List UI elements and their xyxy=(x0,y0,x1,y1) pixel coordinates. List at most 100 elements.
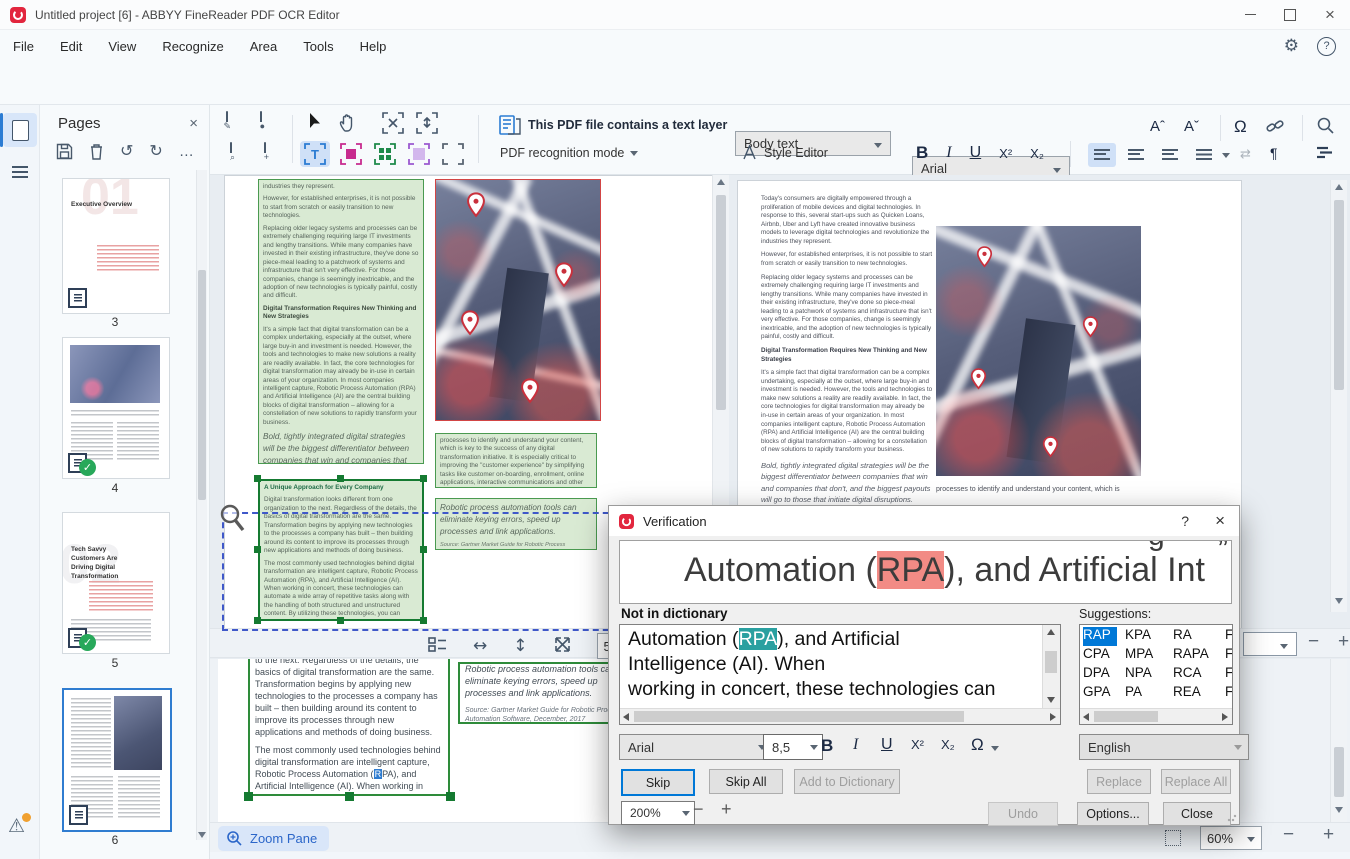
suggestion-item-selected[interactable]: RAP xyxy=(1083,627,1117,646)
options-button[interactable]: Options... xyxy=(1077,802,1149,826)
rotate-right-icon[interactable]: ↻ xyxy=(149,141,162,161)
menu-help[interactable]: Help xyxy=(347,30,400,62)
menu-recognize[interactable]: Recognize xyxy=(149,30,236,62)
italic-button[interactable]: I xyxy=(946,144,951,162)
menu-area[interactable]: Area xyxy=(237,30,290,62)
zoom-pane-toggle-button[interactable]: Zoom Pane xyxy=(218,826,330,851)
zoom-in-icon[interactable]: + xyxy=(1338,631,1349,653)
menu-file[interactable]: File xyxy=(0,30,47,62)
settings-gear-icon[interactable]: ⚙ xyxy=(1284,36,1299,56)
replace-all-button[interactable]: Replace All xyxy=(1161,769,1231,794)
increase-font-icon[interactable]: Aˆ xyxy=(1150,118,1165,135)
minimize-button[interactable] xyxy=(1230,0,1270,29)
search-icon[interactable] xyxy=(1316,116,1335,138)
dialog-symbol-button[interactable]: Ω xyxy=(971,735,984,755)
fit-height-icon[interactable]: ↕ xyxy=(513,636,527,656)
help-icon[interactable]: ? xyxy=(1317,36,1336,56)
suggestions-horizontal-scrollbar[interactable] xyxy=(1080,708,1232,724)
dialog-zoom-select[interactable]: 200% xyxy=(621,801,695,825)
suggestion-item[interactable]: GPA xyxy=(1083,684,1125,703)
recognition-area-tool-icon[interactable] xyxy=(438,141,468,167)
zoom-out-icon[interactable]: − xyxy=(1308,631,1319,653)
undo-button[interactable]: Undo xyxy=(988,802,1058,826)
preview-page-icon[interactable]: ⌕ xyxy=(229,142,235,162)
resize-handle[interactable] xyxy=(337,475,344,482)
dialog-italic-button[interactable]: I xyxy=(853,736,858,754)
text-area-block-1[interactable]: industries they represent. However, for … xyxy=(258,179,424,464)
suggestion-item[interactable]: DPA xyxy=(1083,665,1125,684)
resize-handle[interactable] xyxy=(244,792,253,801)
line-spacing-icon[interactable]: ⇄ xyxy=(1240,146,1251,162)
suggestion-item[interactable]: KPA xyxy=(1125,627,1173,646)
menu-edit[interactable]: Edit xyxy=(47,30,95,62)
resize-handle[interactable] xyxy=(254,475,261,482)
editbox-vertical-scrollbar[interactable] xyxy=(1042,625,1060,709)
editbox-horizontal-scrollbar[interactable] xyxy=(620,708,1060,724)
dialog-language-select[interactable]: English xyxy=(1079,734,1249,760)
underline-button[interactable]: U xyxy=(970,144,982,162)
select-tool-icon[interactable] xyxy=(304,111,324,136)
text-direction-icon[interactable]: ¶ xyxy=(1270,145,1278,161)
zoom-pane-text-block[interactable]: to the next. Regardless of the details, … xyxy=(248,659,450,796)
bookmarks-panel-tab[interactable] xyxy=(3,155,37,189)
resize-handle[interactable] xyxy=(345,792,354,801)
dialog-font-select[interactable]: Arial xyxy=(619,734,773,760)
suggestion-item[interactable]: F xyxy=(1225,665,1232,684)
image-area-tool-icon[interactable] xyxy=(336,141,366,167)
skip-button[interactable]: Skip xyxy=(621,769,695,796)
style-editor-button[interactable]: Style Editor xyxy=(742,145,828,160)
text-pane-scrollbar[interactable] xyxy=(1330,180,1347,612)
text-pane-settings-icon[interactable] xyxy=(1316,145,1333,163)
dialog-zoom-out-icon[interactable]: − xyxy=(693,799,704,820)
warning-icon[interactable]: ⚠ xyxy=(8,813,31,838)
dialog-symbol-chevron-icon[interactable] xyxy=(991,746,999,755)
bold-button[interactable]: B xyxy=(916,143,928,163)
pages-scroll-down-icon[interactable] xyxy=(198,832,206,838)
align-center-button[interactable] xyxy=(1122,143,1150,167)
page-thumbnail-3[interactable]: 01 Executive Overview xyxy=(62,178,170,314)
marquee-zoom-icon[interactable] xyxy=(1165,830,1181,846)
dialog-help-icon[interactable]: ? xyxy=(1181,513,1189,529)
save-page-image-icon[interactable]: ● xyxy=(259,111,265,131)
suggestion-item[interactable]: RCA xyxy=(1173,665,1225,684)
table-area-tool-icon[interactable] xyxy=(370,141,400,167)
zoom-pane-zoom-select[interactable]: 60% xyxy=(1200,826,1262,850)
suggestion-item[interactable]: F xyxy=(1225,646,1232,665)
decrease-font-icon[interactable]: Aˇ xyxy=(1184,118,1199,135)
dialog-font-size-select[interactable]: 8,5 xyxy=(763,734,823,760)
suggestion-item[interactable]: MPA xyxy=(1125,646,1173,665)
page-thumbnail-4[interactable]: ✓ xyxy=(62,337,170,479)
pages-scrollbar[interactable] xyxy=(196,170,207,840)
superscript-button[interactable]: X² xyxy=(999,146,1012,161)
replace-button[interactable]: Replace xyxy=(1087,769,1151,794)
split-view-icon[interactable] xyxy=(428,637,447,655)
rotate-left-icon[interactable]: ↺ xyxy=(120,141,133,161)
zoom-out-icon[interactable]: − xyxy=(1283,824,1294,846)
pages-panel-tab[interactable] xyxy=(3,113,37,147)
pdf-recognition-mode-dropdown[interactable]: PDF recognition mode xyxy=(500,146,639,160)
resize-handle[interactable] xyxy=(420,475,427,482)
close-button[interactable]: Close xyxy=(1163,802,1231,826)
skip-all-button[interactable]: Skip All xyxy=(709,769,783,794)
align-right-button[interactable] xyxy=(1156,143,1184,167)
more-options-icon[interactable]: … xyxy=(179,143,195,160)
suggestion-item[interactable]: RAPA xyxy=(1173,646,1225,665)
suggestion-item[interactable]: F xyxy=(1225,627,1232,646)
maximize-button[interactable] xyxy=(1270,0,1310,29)
subscript-button[interactable]: X₂ xyxy=(1030,146,1044,161)
menu-tools[interactable]: Tools xyxy=(290,30,346,62)
dialog-bold-button[interactable]: B xyxy=(821,736,833,756)
pan-hand-icon[interactable] xyxy=(338,112,360,137)
fit-page-icon[interactable] xyxy=(554,636,571,656)
close-button[interactable]: × xyxy=(1310,0,1350,29)
suggestion-item[interactable]: RA xyxy=(1173,627,1225,646)
zoom-pane-scrollbar[interactable] xyxy=(1330,659,1347,822)
suggestion-item[interactable]: NPA xyxy=(1125,665,1173,684)
page-thumbnail-5[interactable]: 02 Tech Savvy Customers Are Driving Digi… xyxy=(62,512,170,654)
align-justify-button[interactable] xyxy=(1190,143,1218,167)
delete-page-icon[interactable] xyxy=(89,143,104,160)
suggestion-item[interactable]: PA xyxy=(1125,684,1173,703)
fit-width-icon[interactable]: ↔ xyxy=(473,636,487,656)
close-panel-icon[interactable]: × xyxy=(189,115,198,132)
special-symbol-icon[interactable]: Ω xyxy=(1234,117,1247,137)
